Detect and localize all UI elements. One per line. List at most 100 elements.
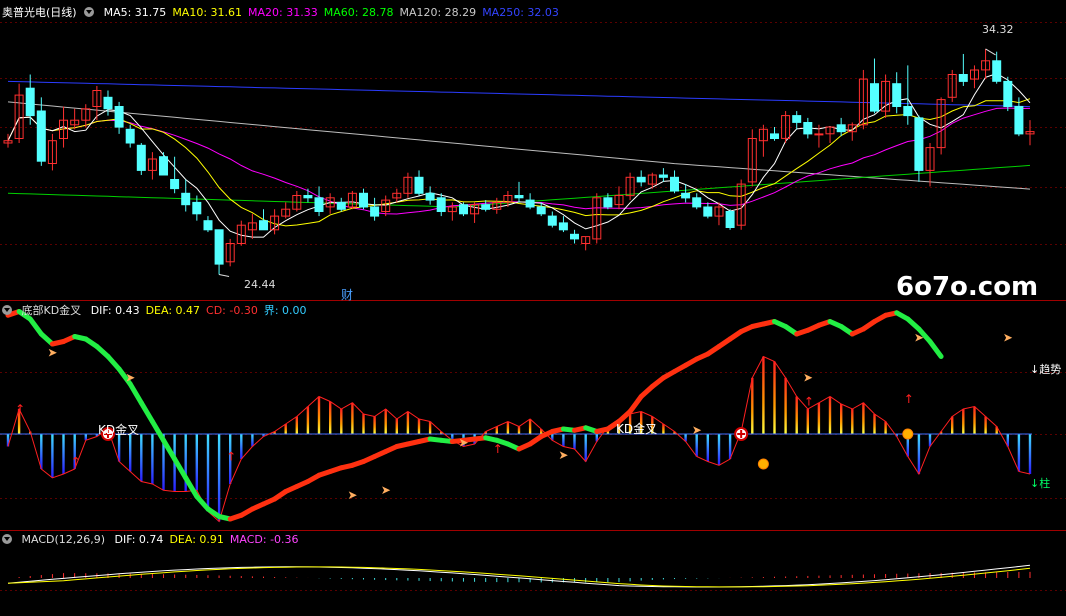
kd-column [417, 419, 421, 434]
candle-body [203, 220, 213, 231]
kd-column [728, 434, 732, 459]
candle-body [558, 222, 568, 231]
candle-body [525, 199, 535, 208]
macd-title: MACD(12,26,9) [21, 533, 106, 546]
candle-body [870, 83, 879, 112]
candle-body [692, 197, 702, 208]
kd-up-arrow-icon: ↑ [226, 450, 236, 464]
kd-column [795, 396, 798, 434]
kd-value-label-1: DEA: 0.47 [145, 304, 201, 317]
kd-trend-segment [127, 381, 144, 406]
kd-trend-segment [105, 354, 122, 372]
kd-panel-header: 底部KD金叉 DIF: 0.43 DEA: 0.47 CD: -0.30 界: 0.0… [2, 304, 313, 318]
kd-column [373, 416, 376, 434]
macd-value-label-2: MACD: -0.36 [229, 533, 299, 546]
kd-column [562, 434, 565, 447]
candle-body [992, 60, 1002, 82]
kd-column [117, 434, 121, 462]
collapse-icon[interactable] [2, 534, 12, 544]
kd-column [306, 406, 310, 434]
ma-label-0: MA5: 31.75 [103, 6, 167, 19]
candle-body [681, 192, 691, 199]
kd-column [251, 434, 254, 447]
kd-runner-icon: ➤ [125, 371, 135, 385]
ma-label-5: MA250: 32.03 [482, 6, 559, 19]
kd-column [517, 426, 521, 434]
ma-legend: MA5: 31.75 MA10: 31.61 MA20: 31.33 MA60: 28… [104, 6, 565, 19]
kd-column [406, 411, 410, 434]
kd-signal-dot [902, 428, 914, 440]
kd-column [828, 396, 832, 434]
candle-body [425, 192, 435, 201]
kd-column [40, 434, 43, 469]
kd-column [329, 401, 332, 434]
macd-value-label-1: DEA: 0.91 [169, 533, 224, 546]
kd-up-arrow-icon: ↑ [15, 402, 25, 416]
kd-column [495, 426, 498, 434]
kd-trend-segment [149, 419, 166, 443]
kd-column [195, 434, 198, 491]
candle-body [114, 106, 124, 128]
kd-runner-icon: ➤ [914, 331, 924, 345]
kd-title: 底部KD金叉 [21, 304, 82, 317]
candle-body [436, 197, 446, 213]
candle-body [125, 128, 135, 144]
kd-column [295, 416, 298, 434]
kd-trend-segment [172, 456, 189, 481]
event-marker[interactable]: 财 [341, 286, 353, 303]
candle-body [514, 195, 524, 199]
candle-body [892, 83, 902, 107]
kd-trend-segment [161, 437, 178, 462]
candle-body [803, 122, 813, 135]
kd-column [1017, 434, 1021, 472]
candle-body [36, 110, 46, 162]
collapse-icon[interactable] [84, 7, 95, 17]
macd-dea-line [7, 566, 1031, 588]
kd-column [395, 419, 398, 434]
kd-runner-icon: ➤ [47, 346, 57, 360]
kd-column [84, 434, 87, 441]
kd-column [217, 434, 221, 522]
kd-column [706, 434, 709, 462]
low-price-label: 24.44 [244, 278, 276, 291]
stock-title: 奥普光电(日线) [2, 6, 77, 19]
candle-body [170, 179, 180, 190]
kd-column [362, 414, 365, 434]
kd-column [984, 416, 987, 434]
kd-column [751, 377, 754, 435]
kd-column [528, 419, 532, 434]
kd-column [129, 434, 132, 472]
kd-signal-dot [757, 458, 769, 470]
candle-body [658, 174, 668, 178]
kd-column [240, 434, 243, 459]
kd-column [695, 434, 698, 457]
candle-body [792, 115, 802, 123]
candle-body [192, 201, 202, 215]
kd-column [584, 434, 587, 462]
candle-body [159, 156, 168, 176]
kd-up-arrow-icon: ↑ [804, 395, 814, 409]
candle-body [303, 195, 313, 199]
kd-column [51, 434, 54, 478]
collapse-icon[interactable] [2, 305, 12, 315]
kd-column [140, 434, 143, 482]
kd-column [1028, 434, 1032, 474]
kd-trend-segment [138, 400, 155, 424]
kd-runner-icon: ➤ [458, 436, 468, 450]
kd-column [873, 414, 876, 434]
kd-column [506, 421, 510, 434]
kd-runner-icon: ➤ [347, 488, 357, 502]
candle-body [1003, 80, 1013, 108]
kd-trend-segment [27, 316, 44, 337]
kd-trend-segment [627, 394, 644, 414]
ma-label-3: MA60: 28.78 [323, 6, 394, 19]
kd-column [717, 434, 721, 466]
kd-value-label-2: CD: -0.30 [206, 304, 258, 317]
low-pointer [218, 274, 230, 278]
kd-value-label-3: 界: 0.00 [263, 304, 307, 317]
kd-runner-icon: ➤ [1003, 331, 1013, 345]
kd-runner-icon: ➤ [803, 371, 813, 385]
candle-body [725, 211, 735, 228]
candle-body [414, 176, 424, 194]
kd-trend-segment [183, 475, 200, 499]
